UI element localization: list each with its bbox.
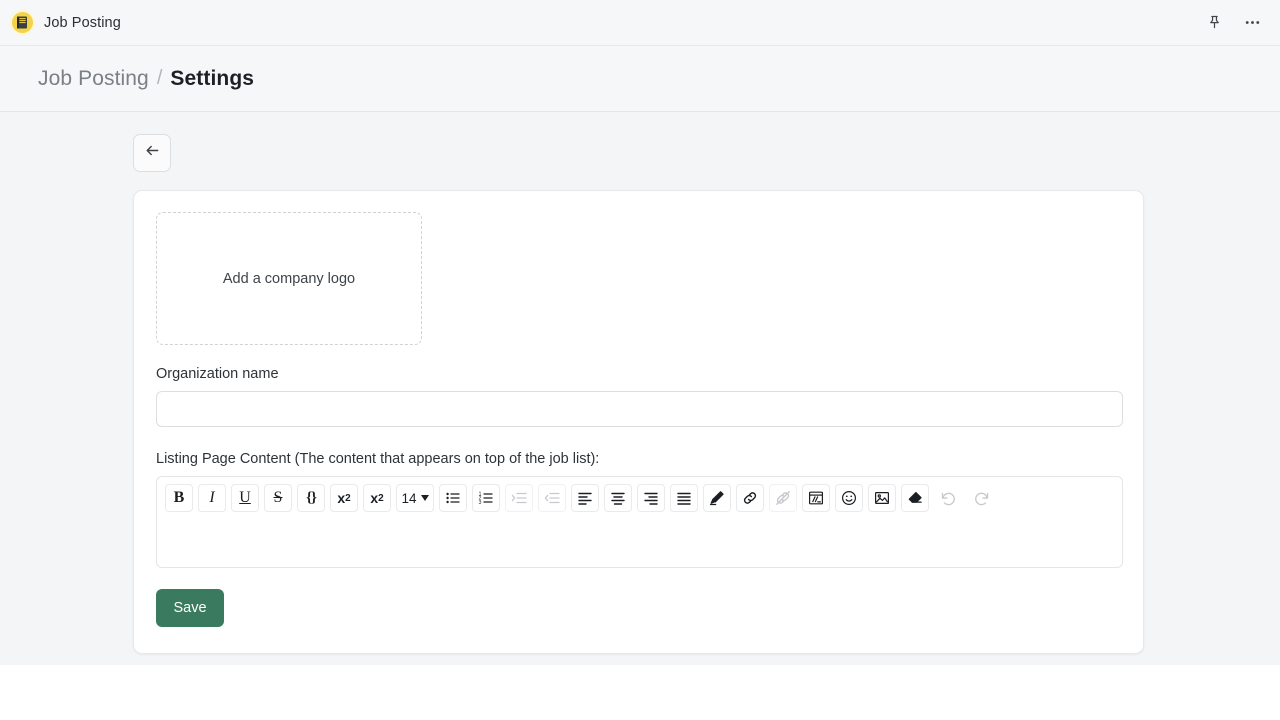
app-bar: Job Posting: [0, 0, 1280, 46]
app-identity[interactable]: Job Posting: [12, 12, 121, 33]
listing-page-content-label: Listing Page Content (The content that a…: [156, 451, 600, 467]
numbered-list-button[interactable]: 1 2 3: [472, 484, 500, 512]
breadcrumb: Job Posting / Settings: [0, 46, 1280, 112]
company-logo-dropzone-label: Add a company logo: [222, 270, 356, 287]
chevron-down-icon: [420, 495, 429, 501]
rich-text-editor: B I U S {} x2 x2 14 1 2 3: [156, 476, 1123, 568]
save-button[interactable]: Save: [156, 589, 224, 627]
clear-format-button[interactable]: [901, 484, 929, 512]
back-button[interactable]: [133, 134, 171, 172]
outdent-button[interactable]: [538, 484, 566, 512]
svg-text:3: 3: [479, 500, 482, 506]
pin-icon[interactable]: [1202, 11, 1226, 35]
organization-name-input[interactable]: [156, 391, 1123, 427]
settings-card: Add a company logo Organization name Lis…: [133, 190, 1144, 654]
app-bar-actions: [1202, 11, 1264, 35]
code-block-button[interactable]: {}: [297, 484, 325, 512]
emoji-button[interactable]: [835, 484, 863, 512]
notebook-icon: [12, 12, 33, 33]
strikethrough-button[interactable]: S: [264, 484, 292, 512]
rich-text-toolbar: B I U S {} x2 x2 14 1 2 3: [157, 477, 1122, 519]
italic-button[interactable]: I: [198, 484, 226, 512]
breadcrumb-parent[interactable]: Job Posting: [38, 67, 149, 91]
breadcrumb-separator: /: [156, 67, 163, 89]
superscript-button[interactable]: x2: [330, 484, 358, 512]
align-center-button[interactable]: [604, 484, 632, 512]
align-justify-button[interactable]: [670, 484, 698, 512]
align-left-button[interactable]: [571, 484, 599, 512]
subscript-button[interactable]: x2: [363, 484, 391, 512]
unlink-button[interactable]: [769, 484, 797, 512]
more-options-icon[interactable]: [1240, 11, 1264, 35]
undo-button[interactable]: [934, 484, 962, 512]
rich-text-editor-body[interactable]: [157, 519, 1122, 567]
breadcrumb-current: Settings: [170, 66, 255, 90]
font-size-value: 14: [401, 490, 417, 506]
indent-button[interactable]: [505, 484, 533, 512]
organization-name-label: Organization name: [156, 366, 279, 382]
arrow-left-icon: [144, 142, 161, 164]
bulleted-list-button[interactable]: [439, 484, 467, 512]
insert-table-button[interactable]: [802, 484, 830, 512]
redo-button[interactable]: [967, 484, 995, 512]
content-inner: Add a company logo Organization name Lis…: [0, 134, 1280, 654]
underline-button[interactable]: U: [231, 484, 259, 512]
app-title: Job Posting: [44, 14, 121, 31]
bold-button[interactable]: B: [165, 484, 193, 512]
align-right-button[interactable]: [637, 484, 665, 512]
insert-image-button[interactable]: [868, 484, 896, 512]
company-logo-dropzone[interactable]: Add a company logo: [156, 212, 422, 345]
insert-link-button[interactable]: [736, 484, 764, 512]
font-size-dropdown[interactable]: 14: [396, 484, 434, 512]
content-area: Add a company logo Organization name Lis…: [0, 112, 1280, 665]
highlighter-pen-button[interactable]: [703, 484, 731, 512]
